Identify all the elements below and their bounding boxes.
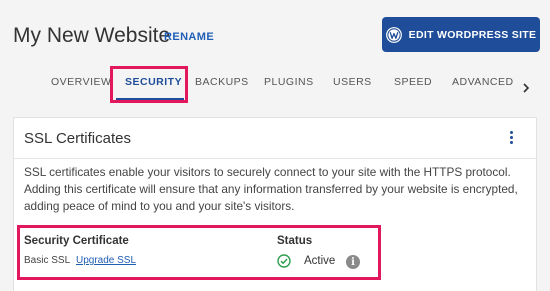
edit-wordpress-site-button[interactable]: EDIT WORDPRESS SITE [382,17,540,52]
tab-overview[interactable]: OVERVIEW [51,76,111,88]
tab-security[interactable]: SECURITY [125,76,182,88]
wordpress-icon [385,26,402,43]
site-header: My New Website RENAME EDIT WORDPRESS SIT… [0,0,550,112]
card-divider [14,158,536,159]
tab-advanced[interactable]: ADVANCED [452,76,514,88]
site-title: My New Website [13,24,171,47]
check-circle-icon [277,254,291,268]
security-certificate-header: Security Certificate [24,235,129,247]
site-tabs: OVERVIEW SECURITY BACKUPS PLUGINS USERS … [0,66,550,103]
kebab-menu-icon[interactable] [504,128,518,146]
upgrade-ssl-link[interactable]: Upgrade SSL [76,255,136,266]
tab-speed[interactable]: SPEED [394,76,432,88]
tab-users[interactable]: USERS [333,76,372,88]
tab-backups[interactable]: BACKUPS [195,76,249,88]
rename-link[interactable]: RENAME [164,31,214,43]
info-icon[interactable]: i [346,255,360,269]
edit-wordpress-site-label: EDIT WORDPRESS SITE [408,28,537,41]
ssl-description: SSL certificates enable your visitors to… [24,165,518,213]
tab-plugins[interactable]: PLUGINS [264,76,314,88]
status-value: Active [304,255,336,267]
certificate-type: Basic SSL [24,255,71,266]
card-title: SSL Certificates [24,130,131,147]
status-header: Status [277,235,313,247]
chevron-right-icon[interactable] [521,80,531,93]
active-tab-underline [116,98,184,100]
ssl-certificates-card: SSL Certificates SSL certificates enable… [13,117,537,291]
certificate-row-highlight [17,225,381,280]
